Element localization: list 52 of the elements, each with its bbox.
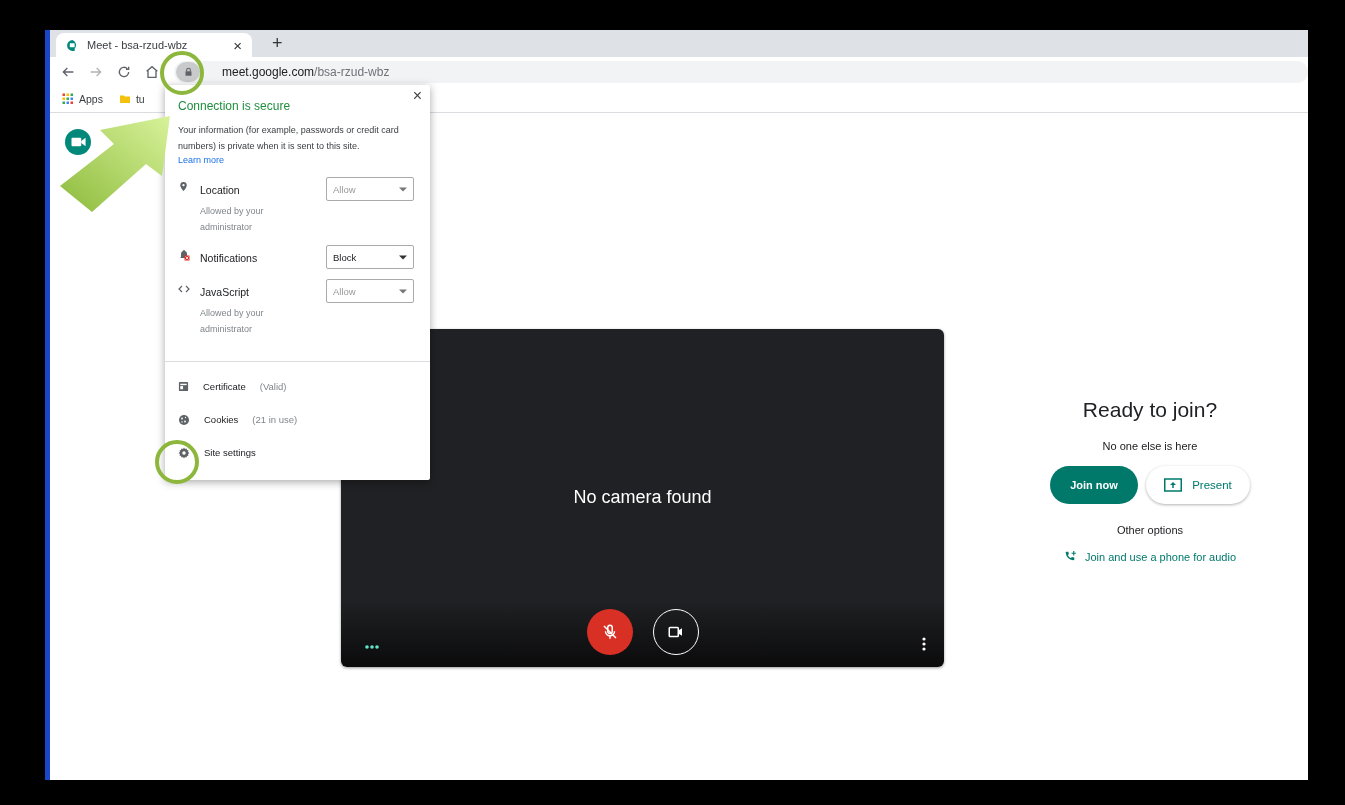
permission-note: Allowed by your administrator — [200, 205, 265, 234]
connection-title: Connection is secure — [178, 99, 292, 113]
certificate-icon — [178, 381, 189, 392]
tab-title: Meet - bsa-rzud-wbz — [87, 39, 189, 51]
highlight-ring — [160, 51, 204, 95]
connection-description: Your information (for example, passwords or credit card numbers) is private when it is sent to this site. — [178, 124, 400, 153]
ready-heading: Ready to join? — [1082, 398, 1218, 422]
present-button[interactable]: Present — [1146, 466, 1250, 504]
highlight-ring — [155, 440, 199, 484]
browser-tab[interactable]: Meet - bsa-rzud-wbz × — [56, 33, 252, 57]
blocked-bell-icon — [178, 249, 190, 261]
permission-dropdown[interactable]: Block — [326, 245, 414, 269]
new-tab-button[interactable]: + — [266, 32, 289, 55]
permission-note: Allowed by your administrator — [200, 307, 265, 336]
permission-name: JavaScript — [200, 285, 251, 298]
muted-mic-icon — [600, 623, 619, 641]
more-dots-icon[interactable] — [365, 645, 379, 649]
meet-logo-icon — [65, 129, 91, 155]
site-info-item[interactable]: Certificate (Valid) — [165, 370, 430, 403]
site-info-item[interactable]: Cookies (21 in use) — [165, 403, 430, 436]
other-options-label: Other options — [1116, 524, 1183, 536]
bookmark[interactable]: tu — [118, 93, 145, 105]
join-now-button[interactable]: Join now — [1050, 466, 1138, 504]
folder-icon — [118, 93, 131, 105]
dropdown-caret-icon — [399, 288, 407, 294]
phone-audio-link[interactable]: Join and use a phone for audio — [1063, 550, 1237, 563]
permission-name: Location — [200, 183, 241, 196]
close-button[interactable]: × — [412, 87, 422, 105]
bookmark[interactable]: Apps — [62, 93, 103, 105]
phone-add-icon — [1063, 550, 1077, 563]
more-options-icon[interactable] — [922, 637, 926, 651]
site-info-item[interactable]: Site settings — [165, 436, 430, 469]
lock-button[interactable] — [176, 61, 200, 82]
dropdown-caret-icon — [399, 186, 407, 192]
settings-icon — [178, 446, 190, 459]
permission-name: Notifications — [200, 251, 259, 264]
status-text: No one else is here — [1102, 440, 1198, 452]
address-bar[interactable]: meet.google.com/bsa-rzud-wbz — [174, 60, 1308, 83]
meet-logo-icon — [66, 38, 79, 52]
no-camera-message: No camera found — [572, 487, 713, 508]
code-icon — [178, 283, 190, 295]
location-pin-icon — [178, 181, 189, 192]
microphone-button[interactable] — [586, 609, 633, 655]
url-text: meet.google.com/bsa-rzud-wbz — [222, 64, 390, 79]
learn-more-link[interactable]: Learn more — [178, 155, 225, 165]
dropdown-caret-icon — [399, 254, 407, 260]
close-tab-button[interactable]: × — [233, 36, 242, 54]
lock-icon — [183, 66, 193, 77]
apps-grid-icon — [62, 93, 74, 105]
present-screen-icon — [1164, 478, 1183, 492]
home-icon[interactable] — [144, 63, 160, 80]
cookie-icon — [178, 413, 190, 426]
